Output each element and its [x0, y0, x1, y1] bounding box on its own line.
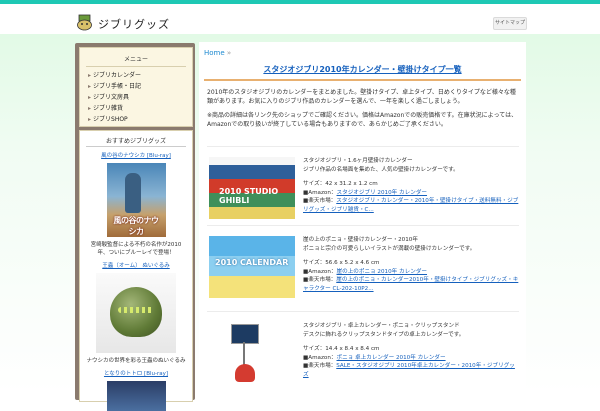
shop-row: ■楽天市場：SALE・スタジオジブリ 2010年卓上カレンダー・2010年・ジブ… — [303, 363, 515, 378]
sidebar-item-shop[interactable]: ▸ ジブリSHOP — [88, 114, 192, 125]
list-item: スタジオジブリ・卓上カレンダー・ポニョ・クリップスタンド デスクに飾れるクリップ… — [207, 311, 519, 401]
intro-text: 2010年のスタジオジブリのカレンダーをまとめました。壁掛けタイプ、卓上タイプ、… — [207, 88, 519, 134]
product-link-nausicaa[interactable]: 風の谷のナウシカ [Blu-ray] — [80, 151, 192, 159]
item-details: スタジオジブリ・1.6ヶ月壁掛けカレンダー ジブリ作品の名場面を集めた、人気の壁… — [303, 157, 519, 214]
breadcrumb-home-link[interactable]: Home — [204, 49, 225, 57]
item-subtitle: ジブリ作品の名場面を集めた、人気の壁掛けカレンダーです。 — [303, 166, 459, 173]
calendar-image[interactable]: 2010 STUDIO GHIBLI — [209, 157, 295, 219]
sidebar-item-calendar[interactable]: ▸ ジブリカレンダー — [88, 70, 192, 81]
amazon-link[interactable]: ポニョ 卓上カレンダー 2010年 カレンダー — [337, 355, 446, 361]
arrow-right-icon: ▸ — [88, 94, 92, 101]
clip-frame — [231, 324, 259, 344]
shop-link[interactable]: スタジオジブリ・カレンダー・2010年・壁掛けタイプ・送料無料・ジブリグッズ・ジ… — [303, 198, 518, 213]
ponyo-figure — [235, 364, 255, 382]
sidebar-featured: おすすめジブリグッズ 風の谷のナウシカ [Blu-ray] 風の谷のナウシカ 宮… — [79, 130, 193, 411]
ohmu-plush-image[interactable] — [96, 273, 176, 353]
arrow-right-icon: ▸ — [88, 83, 92, 90]
sidebar-featured-title: おすすめジブリグッズ — [86, 131, 186, 147]
arrow-right-icon: ▸ — [88, 116, 92, 123]
item-title: スタジオジブリ・1.6ヶ月壁掛けカレンダー — [303, 158, 413, 164]
arrow-right-icon: ▸ — [88, 72, 92, 79]
amazon-row: ■Amazon：スタジオジブリ 2010年 カレンダー — [303, 189, 428, 196]
sidebar-menu-title: メニュー — [123, 56, 148, 63]
nausicaa-cover-image[interactable]: 風の谷のナウシカ — [106, 163, 166, 237]
ohmu-eyes — [118, 307, 154, 313]
sidebar-item-notebook[interactable]: ▸ ジブリ手帳・日記 — [88, 81, 192, 92]
intro-paragraph: ※商品の詳細は各リンク先のショップでご確認ください。価格はAmazonでの販売価… — [207, 112, 518, 128]
sidebar-menu: メニュー ▸ ジブリカレンダー ▸ ジブリ手帳・日記 ▸ ジブリ文房具 ▸ ジブリ雑貨 … — [79, 47, 193, 127]
breadcrumb: Home » — [204, 49, 231, 57]
item-size: サイズ：14.4 x 8.4 x 8.4 cm — [303, 346, 380, 352]
site-title[interactable]: ジブリグッズ — [98, 16, 170, 32]
list-item: 2010 STUDIO GHIBLI スタジオジブリ・1.6ヶ月壁掛けカレンダー… — [207, 146, 519, 226]
divider — [86, 66, 186, 67]
item-subtitle: デスクに飾れるクリップスタンドタイプの卓上カレンダーです。 — [303, 331, 465, 338]
product-link-ohmu[interactable]: 王蟲（オーム） ぬいぐるみ — [80, 261, 192, 269]
item-details: スタジオジブリ・卓上カレンダー・ポニョ・クリップスタンド デスクに飾れるクリップ… — [303, 322, 519, 379]
shop-row: ■楽天市場：スタジオジブリ・カレンダー・2010年・壁掛けタイプ・送料無料・ジブ… — [303, 198, 519, 213]
item-size: サイズ：56.6 x 5.2 x 4.6 cm — [303, 260, 380, 266]
sitemap-button[interactable]: サイトマップ — [493, 17, 527, 30]
calendar-image[interactable] — [209, 322, 295, 384]
intro-paragraph: 2010年のスタジオジブリのカレンダーをまとめました。壁掛けタイプ、卓上タイプ、… — [207, 89, 516, 105]
page-title[interactable]: スタジオジブリ2010年カレンダー・壁掛けタイプ一覧 — [204, 64, 521, 81]
item-details: 崖の上のポニョ・壁掛けカレンダー・2010年 ポニョと宗介の可愛らしいイラストが… — [303, 236, 519, 293]
sidebar: メニュー ▸ ジブリカレンダー ▸ ジブリ手帳・日記 ▸ ジブリ文房具 ▸ ジブリ雑貨 … — [75, 43, 195, 411]
amazon-row: ■Amazon：ポニョ 卓上カレンダー 2010年 カレンダー — [303, 354, 446, 361]
sidebar-menu-list: ▸ ジブリカレンダー ▸ ジブリ手帳・日記 ▸ ジブリ文房具 ▸ ジブリ雑貨 ▸ ジブリS… — [80, 70, 192, 125]
sidebar-item-stationery[interactable]: ▸ ジブリ文房具 — [88, 92, 192, 103]
breadcrumb-separator: » — [226, 49, 232, 57]
site-logo-icon[interactable] — [76, 14, 93, 31]
site-header: ジブリグッズ サイトマップ — [0, 4, 600, 34]
list-item: 2010 CALENDAR 崖の上のポニョ・壁掛けカレンダー・2010年 ポニョ… — [207, 225, 519, 312]
blu-ray-cover-image[interactable] — [106, 381, 166, 411]
figure-silhouette — [124, 173, 141, 213]
item-size: サイズ：42 x 31.2 x 1.2 cm — [303, 181, 378, 187]
amazon-link[interactable]: 崖の上のポニョ 2010年 カレンダー — [337, 269, 428, 275]
main-content: Home » スタジオジブリ2010年カレンダー・壁掛けタイプ一覧 2010年の… — [199, 42, 526, 400]
item-title: 崖の上のポニョ・壁掛けカレンダー・2010年 — [303, 237, 418, 243]
calendar-image[interactable]: 2010 CALENDAR — [209, 236, 295, 298]
product-description: ナウシカの世界を彩る王蟲のぬいぐるみ — [86, 358, 186, 364]
cover-title: 風の谷のナウシカ — [113, 216, 160, 236]
product-description: 宮崎駿監督による不朽の名作が2010年、ついにブルーレイで登場！ — [90, 242, 182, 256]
shop-row: ■楽天市場：崖の上のポニョ・カレンダー2010年・壁掛けタイプ・ジブリグッズ・キ… — [303, 277, 519, 292]
item-subtitle: ポニョと宗介の可愛らしいイラストが満載の壁掛けカレンダーです。 — [303, 245, 476, 252]
amazon-row: ■Amazon：崖の上のポニョ 2010年 カレンダー — [303, 268, 428, 275]
arrow-right-icon: ▸ — [88, 105, 92, 112]
sidebar-item-goods[interactable]: ▸ ジブリ雑貨 — [88, 103, 192, 114]
product-link-totoro[interactable]: となりのトトロ [Blu-ray] — [80, 369, 192, 377]
shop-link[interactable]: 崖の上のポニョ・カレンダー2010年・壁掛けタイプ・ジブリグッズ・キャラクター … — [303, 277, 518, 292]
item-title: スタジオジブリ・卓上カレンダー・ポニョ・クリップスタンド — [303, 323, 460, 329]
amazon-link[interactable]: スタジオジブリ 2010年 カレンダー — [337, 190, 428, 196]
